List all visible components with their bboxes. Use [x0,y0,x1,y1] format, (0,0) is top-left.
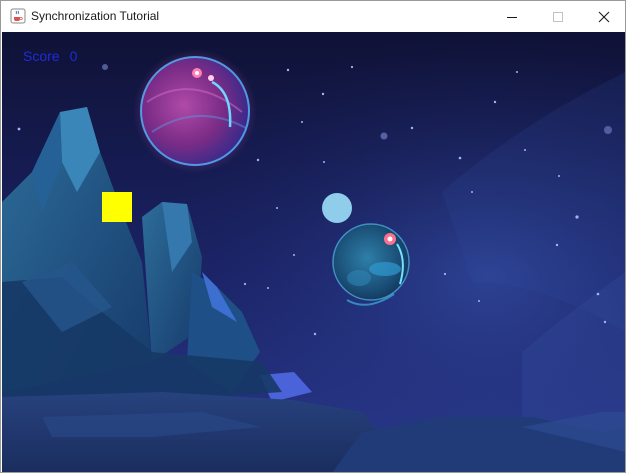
minimize-icon [507,16,517,18]
maximize-button[interactable] [535,1,581,32]
app-window: Synchronization Tutorial Score 0 [0,0,626,473]
game-canvas[interactable]: Score 0 [2,32,625,472]
space-background [2,32,625,472]
score-label: Score [23,48,60,64]
close-button[interactable] [581,1,625,32]
minimize-button[interactable] [489,1,535,32]
maximize-icon [553,11,563,22]
player-square [102,192,132,222]
ball-sprite [322,193,352,223]
close-icon [598,11,610,22]
score-value: 0 [69,48,78,64]
score-display: Score 0 [23,48,77,64]
title-bar[interactable]: Synchronization Tutorial [1,1,625,32]
window-title: Synchronization Tutorial [31,9,160,23]
java-cup-icon [10,8,26,24]
